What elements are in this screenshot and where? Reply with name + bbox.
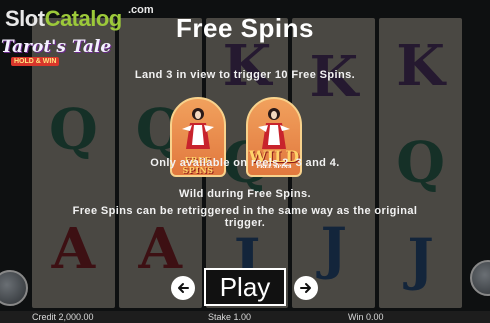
arrow-left-icon (178, 283, 189, 293)
game-logo-subtitle: HOLD & WIN (11, 57, 60, 66)
win-value: Win 0.00 (348, 312, 384, 322)
trigger-text: Land 3 in view to trigger 10 Free Spins. (134, 69, 356, 81)
fortune-teller-figure-icon (182, 108, 214, 149)
page-title: Free Spins (176, 13, 314, 43)
reels-info-text: Only available on reels 2, 3 and 4. (150, 157, 340, 169)
next-page-button[interactable] (294, 276, 318, 300)
arrow-right-icon (300, 283, 311, 293)
status-bar: Credit 2,000.00 Stake 1.00 Win 0.00 (0, 311, 490, 323)
previous-page-button[interactable] (171, 276, 195, 300)
play-button[interactable]: Play (204, 268, 286, 306)
credit-value: Credit 2,000.00 (32, 312, 94, 322)
retrigger-info-text: Free Spins can be retriggered in the sam… (72, 205, 418, 229)
wild-info-text: Wild during Free Spins. (179, 188, 311, 200)
stake-value: Stake 1.00 (208, 312, 252, 322)
fortune-teller-figure-icon (258, 108, 290, 149)
